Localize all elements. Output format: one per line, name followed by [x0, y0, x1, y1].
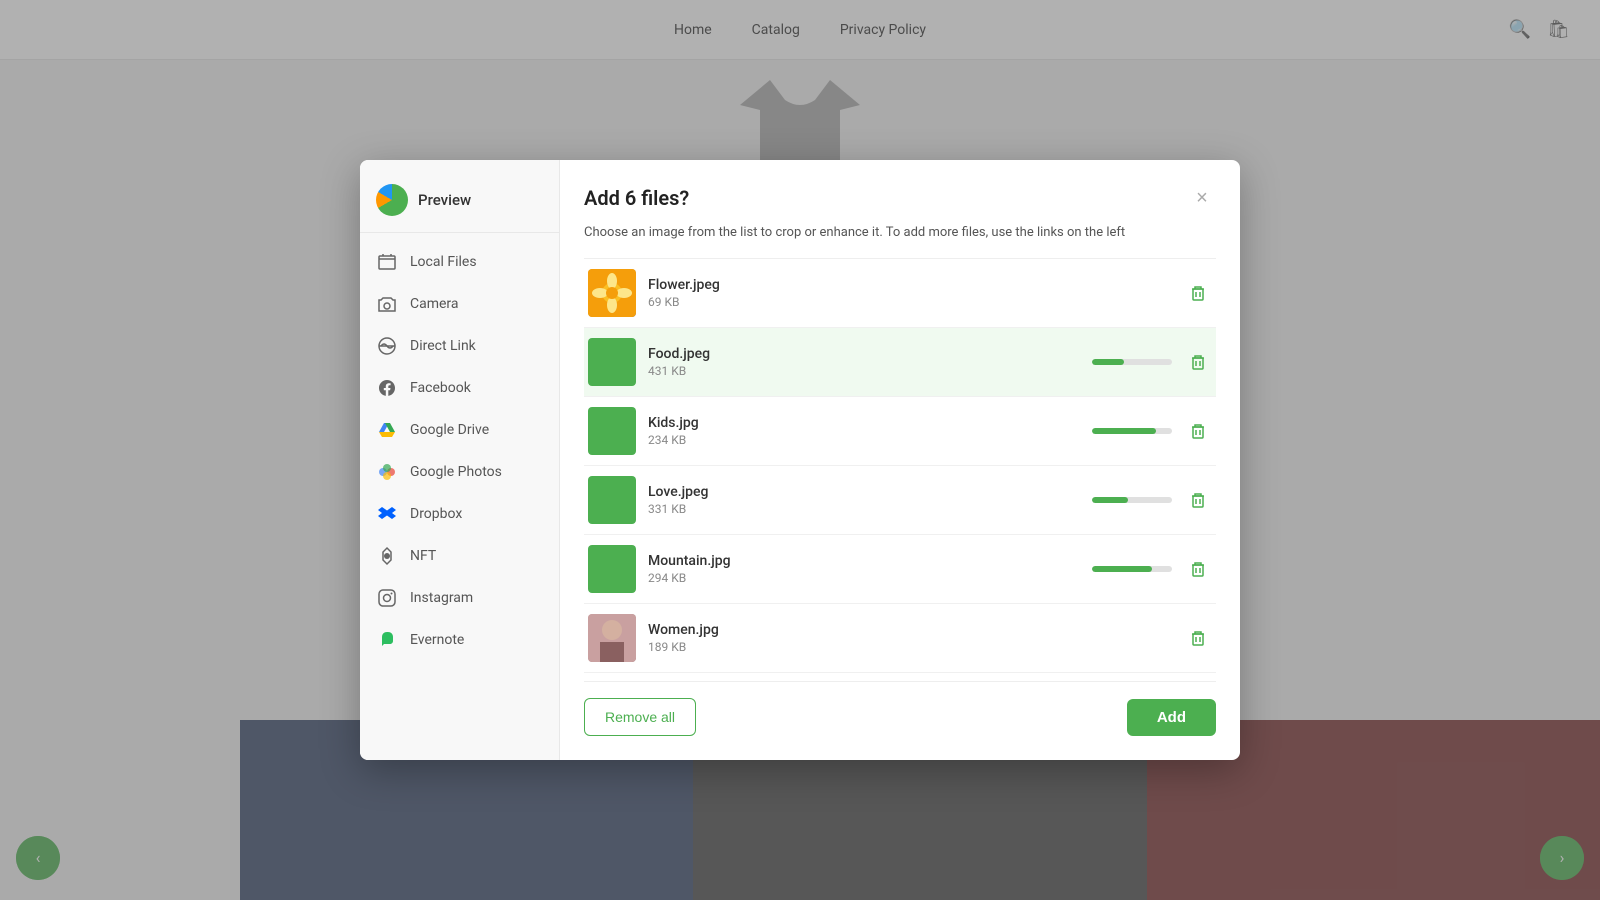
progress-bar-kids: [1092, 428, 1156, 434]
file-name-kids: Kids.jpg: [648, 415, 1080, 431]
file-thumb-mountain: [588, 545, 636, 593]
modal-header: Add 6 files? ×: [584, 184, 1216, 212]
file-progress-mountain: [1092, 566, 1172, 572]
sidebar-item-google-photos[interactable]: Google Photos: [360, 451, 559, 493]
delete-kids-button[interactable]: [1184, 417, 1212, 445]
dropbox-icon: [376, 503, 398, 525]
sidebar-item-google-drive[interactable]: Google Drive: [360, 409, 559, 451]
delete-food-button[interactable]: [1184, 348, 1212, 376]
file-item-women[interactable]: Women.jpg 189 KB: [584, 604, 1216, 673]
modal-title: Add 6 files?: [584, 186, 689, 210]
sidebar-label-evernote: Evernote: [410, 632, 464, 648]
sidebar-item-direct-link[interactable]: Direct Link: [360, 325, 559, 367]
nft-icon: [376, 545, 398, 567]
sidebar-label-google-photos: Google Photos: [410, 464, 502, 480]
file-item-mountain[interactable]: Mountain.jpg 294 KB: [584, 535, 1216, 604]
delete-women-button[interactable]: [1184, 624, 1212, 652]
facebook-icon: [376, 377, 398, 399]
file-size-kids: 234 KB: [648, 433, 1080, 447]
file-progress-love: [1092, 497, 1172, 503]
file-item-love[interactable]: Love.jpeg 331 KB: [584, 466, 1216, 535]
google-photos-icon: [376, 461, 398, 483]
file-item-kids[interactable]: Kids.jpg 234 KB: [584, 397, 1216, 466]
file-info-flower: Flower.jpeg 69 KB: [648, 277, 1172, 309]
sidebar-item-local-files[interactable]: Local Files: [360, 241, 559, 283]
modal-footer: Remove all Add: [584, 681, 1216, 736]
file-size-flower: 69 KB: [648, 295, 1172, 309]
sidebar-item-evernote[interactable]: Evernote: [360, 619, 559, 661]
file-thumb-flower: [588, 269, 636, 317]
file-info-food: Food.jpeg 431 KB: [648, 346, 1080, 378]
file-item-food[interactable]: Food.jpeg 431 KB: [584, 328, 1216, 397]
modal-content: Add 6 files? × Choose an image from the …: [560, 160, 1240, 760]
file-name-food: Food.jpeg: [648, 346, 1080, 362]
google-drive-icon: [376, 419, 398, 441]
file-name-mountain: Mountain.jpg: [648, 553, 1080, 569]
file-progress-kids: [1092, 428, 1172, 434]
sidebar-header: Preview: [360, 176, 559, 233]
file-info-mountain: Mountain.jpg 294 KB: [648, 553, 1080, 585]
add-files-modal: Preview Local Files Camera: [360, 160, 1240, 760]
sidebar-item-dropbox[interactable]: Dropbox: [360, 493, 559, 535]
progress-bar-food: [1092, 359, 1124, 365]
sidebar-label-google-drive: Google Drive: [410, 422, 489, 438]
delete-love-button[interactable]: [1184, 486, 1212, 514]
sidebar-label-dropbox: Dropbox: [410, 506, 462, 522]
sidebar-label-local-files: Local Files: [410, 254, 477, 270]
modal-subtitle: Choose an image from the list to crop or…: [584, 224, 1216, 242]
file-thumb-women: [588, 614, 636, 662]
file-list: Flower.jpeg 69 KB Food.jpeg 431 KB: [584, 258, 1216, 673]
close-button[interactable]: ×: [1188, 184, 1216, 212]
file-item-flower[interactable]: Flower.jpeg 69 KB: [584, 259, 1216, 328]
sidebar-label-direct-link: Direct Link: [410, 338, 476, 354]
camera-icon: [376, 293, 398, 315]
file-thumb-love: [588, 476, 636, 524]
file-size-food: 431 KB: [648, 364, 1080, 378]
sidebar-item-facebook[interactable]: Facebook: [360, 367, 559, 409]
file-size-women: 189 KB: [648, 640, 1172, 654]
modal-sidebar: Preview Local Files Camera: [360, 160, 560, 760]
sidebar-label-instagram: Instagram: [410, 590, 473, 606]
sidebar-label-facebook: Facebook: [410, 380, 471, 396]
remove-all-button[interactable]: Remove all: [584, 698, 696, 736]
sidebar-item-camera[interactable]: Camera: [360, 283, 559, 325]
file-thumb-kids: [588, 407, 636, 455]
file-name-love: Love.jpeg: [648, 484, 1080, 500]
instagram-icon: [376, 587, 398, 609]
direct-link-icon: [376, 335, 398, 357]
local-files-icon: [376, 251, 398, 273]
evernote-icon: [376, 629, 398, 651]
file-thumb-food: [588, 338, 636, 386]
sidebar-label-nft: NFT: [410, 548, 436, 564]
progress-bar-love: [1092, 497, 1128, 503]
add-button[interactable]: Add: [1127, 699, 1216, 736]
sidebar-item-nft[interactable]: NFT: [360, 535, 559, 577]
file-name-flower: Flower.jpeg: [648, 277, 1172, 293]
sidebar-header-label: Preview: [418, 191, 471, 209]
file-info-love: Love.jpeg 331 KB: [648, 484, 1080, 516]
sidebar-label-camera: Camera: [410, 296, 459, 312]
file-size-mountain: 294 KB: [648, 571, 1080, 585]
delete-flower-button[interactable]: [1184, 279, 1212, 307]
file-info-women: Women.jpg 189 KB: [648, 622, 1172, 654]
progress-bar-mountain: [1092, 566, 1152, 572]
sidebar-item-instagram[interactable]: Instagram: [360, 577, 559, 619]
file-progress-food: [1092, 359, 1172, 365]
file-name-women: Women.jpg: [648, 622, 1172, 638]
file-info-kids: Kids.jpg 234 KB: [648, 415, 1080, 447]
preview-logo: [376, 184, 408, 216]
delete-mountain-button[interactable]: [1184, 555, 1212, 583]
file-size-love: 331 KB: [648, 502, 1080, 516]
